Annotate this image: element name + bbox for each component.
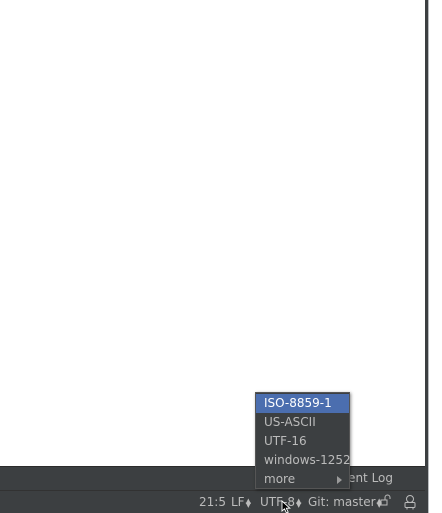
encoding-option-utf-16[interactable]: UTF-16 (256, 432, 349, 451)
caret-position-widget[interactable]: 21:5 (199, 494, 226, 510)
option-label: UTF-16 (264, 434, 307, 448)
encoding-popup: ISO-8859-1 US-ASCII UTF-16 windows-1252 … (255, 392, 351, 489)
option-label: US-ASCII (264, 415, 316, 429)
encoding-option-iso-8859-1[interactable]: ISO-8859-1 (256, 394, 349, 413)
option-label: windows-1252 (264, 453, 351, 467)
status-bar: 21:5 LF ▲ ▼ UTF-8 ▲ ▼ Git: master ▲ ▼ (0, 490, 425, 513)
ide-window: Event Log 21:5 LF ▲ ▼ UTF-8 ▲ ▼ Git: master ▲… (0, 0, 442, 513)
option-label: more (264, 472, 296, 486)
window-border (425, 0, 429, 513)
vcs-branch-widget[interactable]: Git: master ▲ ▼ (308, 494, 382, 510)
option-label: ISO-8859-1 (264, 396, 332, 410)
line-separator-widget[interactable]: LF ▲ ▼ (231, 494, 251, 510)
up-down-arrows-icon: ▲ ▼ (245, 496, 251, 509)
vcs-branch-label: Git: master (308, 495, 376, 509)
hector-inspector-icon[interactable] (402, 494, 418, 513)
tool-window-bar: Event Log (0, 466, 425, 490)
mouse-cursor-icon (281, 500, 291, 513)
up-down-arrows-icon: ▲ ▼ (295, 496, 302, 509)
editor-area[interactable] (0, 0, 425, 466)
submenu-arrow-icon (337, 476, 342, 484)
lock-icon[interactable] (380, 494, 392, 510)
encoding-option-more[interactable]: more (256, 470, 349, 489)
encoding-option-windows-1252[interactable]: windows-1252 (256, 451, 351, 470)
line-separator-label: LF (231, 495, 245, 509)
encoding-option-us-ascii[interactable]: US-ASCII (256, 413, 349, 432)
desktop-background (429, 0, 442, 513)
